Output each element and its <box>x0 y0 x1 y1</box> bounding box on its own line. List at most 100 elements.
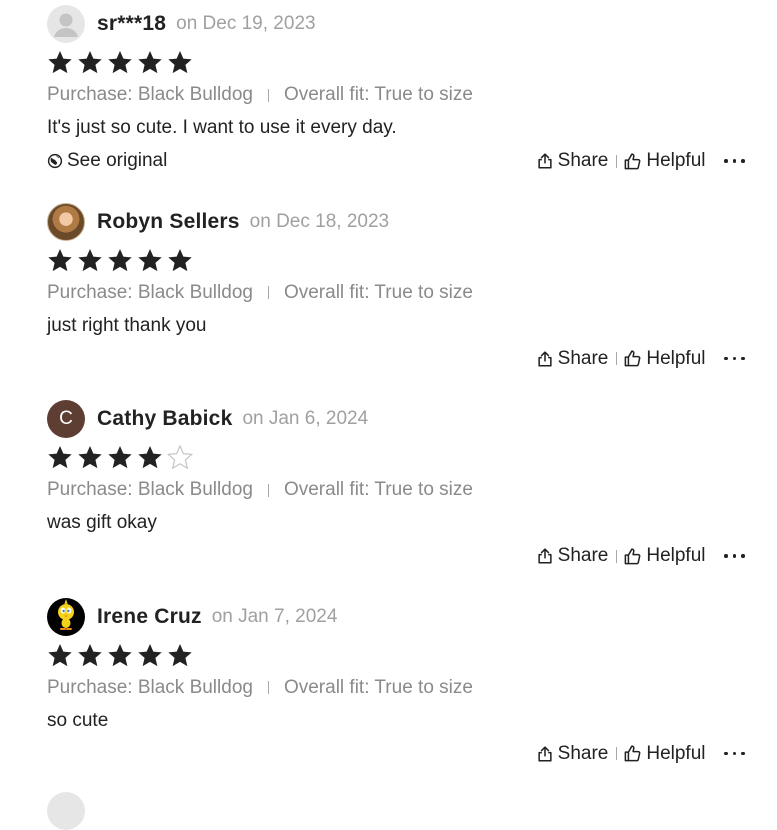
share-icon <box>538 153 552 169</box>
star-filled-icon <box>138 50 162 74</box>
helpful-label: Helpful <box>646 545 706 566</box>
overall-fit: Overall fit: True to size <box>283 676 473 698</box>
see-original-button[interactable]: See original <box>47 150 167 172</box>
share-button[interactable]: Share <box>536 545 609 567</box>
avatar: C <box>47 400 85 438</box>
star-filled-icon <box>48 643 72 666</box>
review-text: so cute <box>47 709 109 731</box>
share-button[interactable]: Share <box>536 742 609 765</box>
thumbs-up-icon <box>624 152 641 169</box>
helpful-button[interactable]: Helpful <box>623 150 706 172</box>
helpful-button[interactable]: Helpful <box>623 347 706 370</box>
review-header: Robyn Sellers on Dec 18, 2023 <box>47 202 747 242</box>
review-date: on Dec 18, 2023 <box>249 210 390 232</box>
reviewer-name: Cathy Babick <box>97 407 233 430</box>
meta-divider <box>267 483 269 497</box>
star-filled-icon <box>78 50 102 74</box>
avatar <box>47 5 85 43</box>
more-options-icon[interactable] <box>722 546 748 566</box>
share-button[interactable]: Share <box>536 348 608 370</box>
action-divider <box>616 154 618 168</box>
review-actions: Share Helpful <box>47 344 747 374</box>
avatar <box>47 597 85 636</box>
share-label: Share <box>557 545 609 566</box>
share-label: Share <box>557 742 609 764</box>
meta-divider <box>267 681 269 694</box>
star-filled-icon <box>48 445 72 469</box>
review-card: C Cathy Babick on Jan 6, 2024 Purchase: Bla… <box>47 399 747 597</box>
globe-icon <box>47 153 63 169</box>
helpful-label: Helpful <box>646 150 706 171</box>
share-button[interactable]: Share <box>536 150 609 172</box>
review-card: Irene Cruz on Jan 7, 2024 Purchase: Black … <box>47 597 747 795</box>
star-filled-icon <box>108 50 132 74</box>
action-divider <box>616 352 618 365</box>
star-empty-icon <box>167 444 193 470</box>
next-review-avatar <box>47 792 85 830</box>
star-filled-icon <box>78 445 102 469</box>
star-filled-icon <box>168 50 192 74</box>
purchase-info: Purchase: Black Bulldog Overall fit: True… <box>47 673 747 703</box>
review-action-buttons: Share Helpful <box>536 150 747 172</box>
star-filled-icon <box>168 248 192 271</box>
more-options-icon[interactable] <box>722 151 748 171</box>
star-filled-icon <box>168 643 192 666</box>
review-header: sr***18 on Dec 19, 2023 <box>47 4 747 44</box>
star-rating <box>47 243 747 277</box>
review-text: just right thank you <box>47 314 207 336</box>
review-actions: Share Helpful <box>47 541 747 571</box>
purchase-variant: Purchase: Black Bulldog <box>47 84 253 105</box>
star-filled-icon <box>48 50 72 74</box>
helpful-label: Helpful <box>646 347 706 369</box>
purchase-variant: Purchase: Black Bulldog <box>47 479 253 500</box>
thumbs-up-icon <box>624 350 641 367</box>
review-action-buttons: Share Helpful <box>536 545 747 567</box>
reviews-list: sr***18 on Dec 19, 2023 Purchase: Black Bu… <box>47 4 747 794</box>
thumbs-up-icon <box>624 547 641 564</box>
reviewer-name: Irene Cruz <box>97 604 202 628</box>
cartoon-bird-icon <box>58 598 74 630</box>
action-divider <box>616 549 618 563</box>
review-date: on Jan 7, 2024 <box>211 605 338 627</box>
purchase-info: Purchase: Black Bulldog Overall fit: True… <box>47 80 747 110</box>
share-label: Share <box>557 150 609 171</box>
star-filled-icon <box>108 445 132 469</box>
purchase-variant: Purchase: Black Bulldog <box>47 281 253 303</box>
avatar <box>47 202 85 241</box>
review-actions: See original Share Helpful <box>47 146 747 176</box>
avatar-letter: C <box>59 408 73 429</box>
review-action-buttons: Share Helpful <box>536 743 747 765</box>
star-filled-icon <box>108 248 132 271</box>
meta-divider <box>267 286 269 299</box>
review-text: was gift okay <box>47 512 157 533</box>
more-options-icon[interactable] <box>722 744 748 764</box>
share-icon <box>538 745 552 762</box>
action-divider <box>616 747 618 760</box>
default-user-icon <box>54 13 78 37</box>
reviewer-name: sr***18 <box>97 12 167 35</box>
share-icon <box>538 548 552 564</box>
star-rating <box>47 440 747 474</box>
purchase-variant: Purchase: Black Bulldog <box>47 676 253 698</box>
star-rating <box>47 45 747 79</box>
star-filled-icon <box>138 643 162 666</box>
review-action-buttons: Share Helpful <box>536 348 747 370</box>
overall-fit: Overall fit: True to size <box>283 281 473 303</box>
review-card: sr***18 on Dec 19, 2023 Purchase: Black Bu… <box>47 4 747 202</box>
review-date: on Dec 19, 2023 <box>176 13 316 34</box>
star-filled-icon <box>78 248 102 271</box>
review-card: Robyn Sellers on Dec 18, 2023 Purchase: Bl… <box>47 202 747 400</box>
more-options-icon[interactable] <box>722 349 748 369</box>
see-original-label: See original <box>67 150 168 171</box>
reviewer-name: Robyn Sellers <box>97 209 240 233</box>
star-filled-icon <box>138 248 162 271</box>
review-header: Irene Cruz on Jan 7, 2024 <box>47 597 747 637</box>
review-header: C Cathy Babick on Jan 6, 2024 <box>47 399 747 439</box>
thumbs-up-icon <box>624 745 641 762</box>
star-filled-icon <box>78 643 102 666</box>
review-actions: Share Helpful <box>47 739 747 769</box>
meta-divider <box>267 88 269 102</box>
star-rating <box>47 638 747 672</box>
helpful-button[interactable]: Helpful <box>623 545 706 567</box>
helpful-button[interactable]: Helpful <box>623 743 706 765</box>
